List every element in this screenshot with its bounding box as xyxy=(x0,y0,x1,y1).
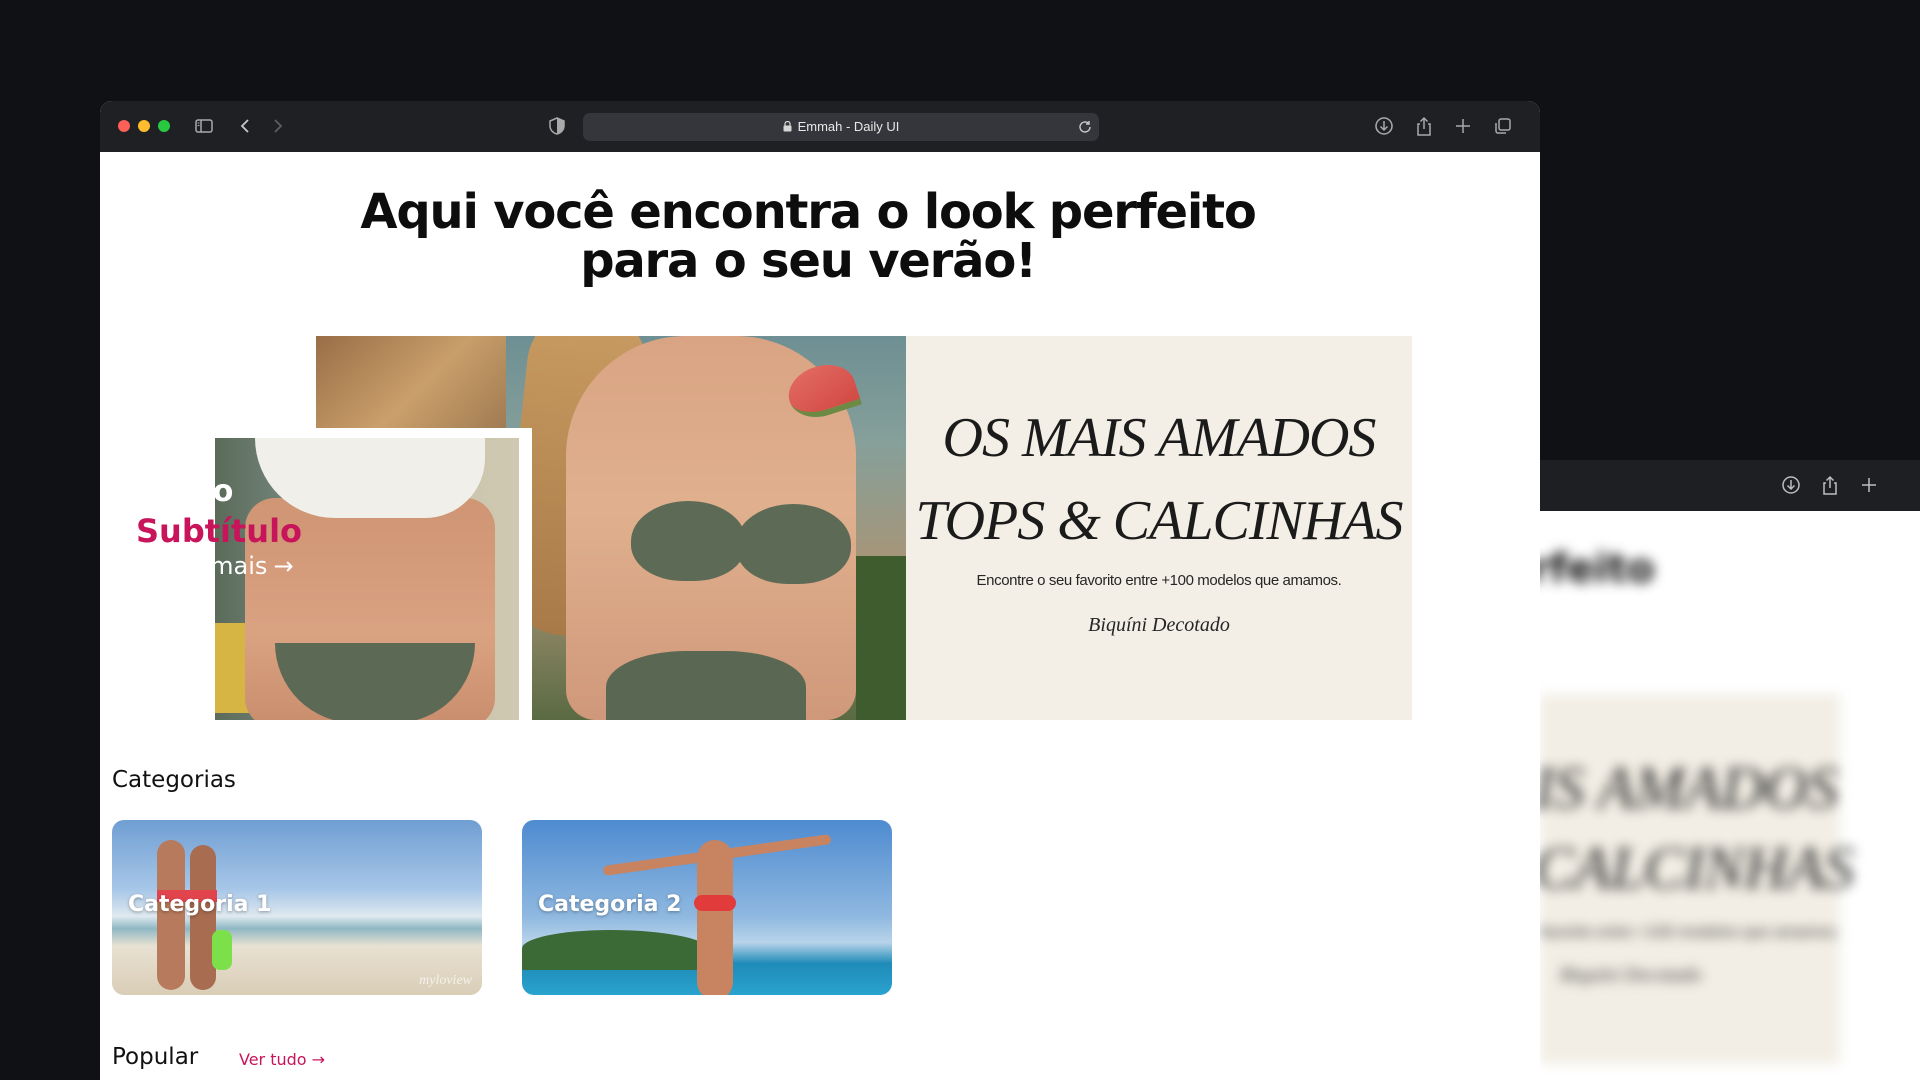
learn-more-link[interactable]: Saiba mais → xyxy=(136,552,294,580)
browser-toolbar: Emmah - Daily UI xyxy=(100,101,1540,152)
close-window-button[interactable] xyxy=(118,120,130,132)
background-heading: rfeito xyxy=(1540,546,1655,592)
image-watermark: myloview xyxy=(419,973,472,988)
new-tab-icon[interactable] xyxy=(1452,115,1474,137)
banner-promo-panel[interactable]: OS MAIS AMADOS TOPS & CALCINHAS Encontre… xyxy=(906,336,1412,720)
tabs-overview-icon[interactable] xyxy=(1492,115,1514,137)
hero-title-line2: para o seu verão! xyxy=(580,233,1037,289)
download-icon[interactable] xyxy=(1780,474,1802,496)
share-icon[interactable] xyxy=(1819,474,1841,496)
background-browser-window: rfeito IS AMADOS CALCINHAS favorito entr… xyxy=(1540,460,1920,1080)
learn-more-label: Saiba mais xyxy=(136,552,268,580)
banner-description: Encontre o seu favorito entre +100 model… xyxy=(976,572,1342,589)
new-tab-icon[interactable] xyxy=(1858,474,1880,496)
reload-icon[interactable] xyxy=(1077,119,1093,135)
background-banner-line1: IS AMADOS xyxy=(1540,755,1838,821)
download-icon[interactable] xyxy=(1373,115,1395,137)
arrow-right-icon: → xyxy=(273,552,294,580)
category-label: Categoria 1 xyxy=(128,892,272,917)
hero-title-line1: Aqui você encontra o look perfeito xyxy=(360,184,1256,240)
zoom-window-button[interactable] xyxy=(158,120,170,132)
page-title-in-address-bar: Emmah - Daily UI xyxy=(797,119,900,134)
banner-headline-line2: TOPS & CALCINHAS xyxy=(915,490,1403,552)
background-page: rfeito IS AMADOS CALCINHAS favorito entr… xyxy=(1540,511,1920,1080)
lock-icon xyxy=(783,120,792,132)
category-label: Categoria 2 xyxy=(538,892,682,917)
background-toolbar xyxy=(1540,460,1920,511)
back-icon[interactable] xyxy=(235,115,257,137)
categories-heading: Categorias xyxy=(112,767,236,793)
banner-headline-line1: OS MAIS AMADOS xyxy=(942,407,1377,469)
category-card-1[interactable]: Categoria 1 myloview xyxy=(112,820,482,995)
background-banner: IS AMADOS CALCINHAS favorito entre +100 … xyxy=(1540,694,1854,1064)
arrow-right-icon: → xyxy=(311,1050,326,1069)
banner-overlay-title: Título xyxy=(136,474,234,509)
page-content: Aqui você encontra o look perfeito para … xyxy=(100,152,1540,1080)
shield-icon[interactable] xyxy=(546,115,568,137)
popular-heading: Popular xyxy=(112,1044,199,1070)
minimize-window-button[interactable] xyxy=(138,120,150,132)
background-banner-link: Biquíni Decotado xyxy=(1560,964,1702,986)
sidebar-icon[interactable] xyxy=(193,115,215,137)
share-icon[interactable] xyxy=(1413,115,1435,137)
forward-icon[interactable] xyxy=(266,115,288,137)
hero-title: Aqui você encontra o look perfeito para … xyxy=(100,188,1516,286)
banner-overlay-subtitle: Subtítulo xyxy=(136,512,303,550)
see-all-link[interactable]: Ver tudo → xyxy=(239,1050,325,1069)
browser-window: Emmah - Daily UI Aqui você encontra o lo… xyxy=(100,101,1540,1080)
background-banner-subtitle: favorito entre +100 modelos que amamos. xyxy=(1540,924,1841,941)
see-all-label: Ver tudo xyxy=(239,1050,307,1069)
address-bar[interactable]: Emmah - Daily UI xyxy=(583,113,1099,141)
category-card-2[interactable]: Categoria 2 xyxy=(522,820,892,995)
banner-product-link[interactable]: Biquíni Decotado xyxy=(906,614,1412,637)
background-banner-line2: CALCINHAS xyxy=(1540,835,1855,901)
